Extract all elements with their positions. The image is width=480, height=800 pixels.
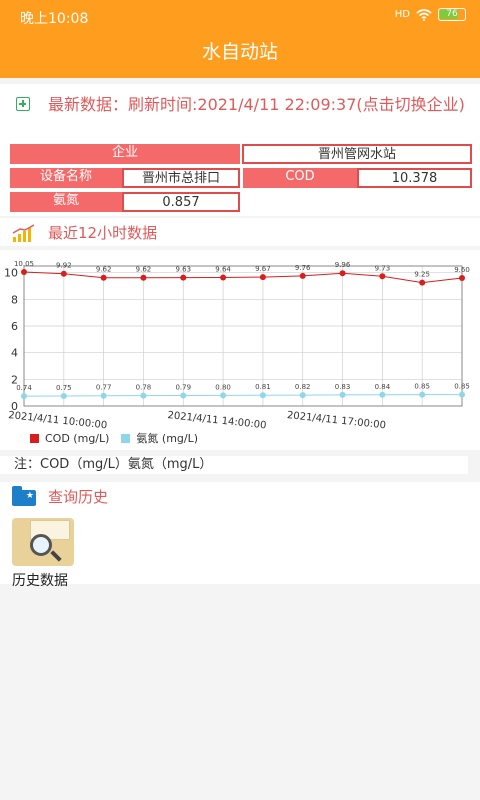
wifi-icon (416, 8, 432, 21)
latest-data-card: 最新数据：刷新时间:2021/4/11 22:09:37(点击切换企业) 企业 … (0, 84, 480, 216)
data-point-1 (459, 391, 465, 398)
data-point-0 (339, 270, 346, 277)
data-point-1 (180, 392, 187, 399)
data-point-0 (60, 270, 67, 277)
data-label-1: 0.75 (56, 384, 72, 392)
y-tick-label: 4 (11, 347, 18, 360)
data-label-0: 9.67 (255, 265, 271, 273)
history-header: 查询历史 (0, 482, 480, 512)
bar-chart-icon (12, 224, 35, 242)
data-label-1: 0.77 (96, 384, 112, 392)
recent-title: 最近12小时数据 (48, 224, 158, 242)
data-label-0: 9.25 (414, 271, 430, 279)
data-label-1: 0.82 (295, 383, 311, 391)
x-tick-label: 2021/4/11 17:00:00 (286, 410, 386, 430)
data-point-1 (60, 393, 67, 399)
recent-data-header: 最近12小时数据 (0, 218, 480, 246)
series-line-0 (23, 271, 463, 284)
enterprise-label: 企业 (10, 144, 240, 164)
data-label-1: 0.74 (16, 384, 32, 392)
y-tick-label: 8 (11, 293, 18, 306)
data-point-1 (259, 392, 266, 399)
enterprise-value[interactable]: 晋州管网水站 (242, 144, 472, 164)
nh3-value: 0.857 (122, 192, 240, 212)
y-tick-label: 10 (4, 267, 18, 280)
history-data-label: 历史数据 (12, 573, 68, 589)
data-point-0 (180, 274, 187, 281)
legend-label-cod: COD (mg/L) (45, 431, 110, 445)
legend-item-cod: COD (mg/L) (30, 432, 109, 445)
data-label-0: 9.73 (375, 264, 391, 272)
data-point-1 (419, 391, 426, 398)
cod-value: 10.378 (357, 168, 472, 188)
folder-icon (12, 486, 36, 506)
data-label-1: 0.78 (136, 384, 152, 392)
app-bar: 水自动站 (0, 32, 480, 78)
data-label-0: 9.60 (454, 266, 470, 274)
device-label: 设备名称 (10, 168, 122, 188)
y-tick-label: 6 (11, 320, 18, 333)
data-label-1: 0.85 (454, 383, 470, 391)
data-point-0 (459, 275, 465, 281)
data-point-0 (140, 274, 147, 281)
page-title: 水自动站 (201, 41, 278, 63)
data-label-0: 10.05 (14, 260, 34, 268)
legend-swatch-nh3 (121, 433, 131, 443)
history-data-button[interactable]: 历史数据 (10, 516, 84, 589)
data-point-0 (419, 279, 426, 286)
x-tick-label: 2021/4/11 14:00:00 (167, 410, 267, 430)
data-label-0: 9.63 (175, 266, 191, 274)
data-point-0 (299, 272, 306, 279)
data-label-1: 0.85 (414, 383, 430, 391)
battery-level: 76 (446, 9, 458, 19)
unit-note: 注：COD（mg/L）氨氮（mg/L） (0, 456, 468, 474)
nh3-label: 氨氮 (10, 192, 122, 212)
data-point-0 (220, 274, 227, 281)
legend-swatch-cod (30, 433, 39, 443)
data-label-0: 9.64 (215, 265, 231, 273)
data-point-0 (379, 273, 386, 280)
data-point-1 (299, 392, 306, 399)
history-tile-area: 历史数据 (0, 512, 480, 589)
data-label-0: 9.62 (96, 266, 112, 274)
data-point-0 (21, 269, 27, 275)
data-label-1: 0.79 (175, 383, 191, 391)
legend-label-nh3: 氨氮 (mg/L) (136, 432, 199, 445)
data-point-0 (259, 274, 266, 281)
data-point-0 (100, 274, 107, 281)
data-label-1: 0.83 (335, 383, 351, 391)
data-label-1: 0.80 (215, 383, 231, 391)
chart-legend: COD (mg/L) 氨氮 (mg/L) (30, 430, 210, 446)
plot-frame (23, 265, 463, 407)
device-value: 晋州市总排口 (122, 168, 240, 188)
cod-label: COD (243, 168, 357, 188)
refresh-time-text[interactable]: 最新数据：刷新时间:2021/4/11 22:09:37(点击切换企业) (48, 94, 468, 116)
data-label-0: 9.92 (56, 262, 72, 270)
data-point-1 (21, 393, 27, 400)
data-point-1 (140, 392, 147, 399)
data-label-0: 9.62 (136, 266, 152, 274)
status-time: 晚上10:08 (20, 11, 89, 27)
unit-note-text: 注：COD（mg/L）氨氮（mg/L） (14, 457, 213, 472)
data-point-1 (220, 392, 227, 399)
signal-icon: HD (394, 9, 410, 20)
data-label-0: 9.96 (335, 261, 351, 269)
data-point-1 (100, 392, 107, 399)
line-chart: 02468102021/4/11 10:00:00 2021/4/11 14:00… (4, 260, 470, 431)
status-icons: HD 76 (395, 8, 466, 21)
chart-card: 0 2 4 6 8 10 2021/4/11 10:00:00 2021/4/11 14:00… (0, 250, 480, 450)
history-title: 查询历史 (48, 488, 109, 506)
status-bar: 晚上10:08 HD 76 (0, 0, 480, 32)
data-point-1 (339, 391, 346, 398)
add-icon (16, 97, 30, 111)
data-label-1: 0.81 (255, 383, 271, 391)
magnifier-icon (30, 534, 52, 556)
x-tick-label: 2021/4/11 10:00:00 (8, 410, 108, 430)
series-line-1 (23, 394, 462, 397)
data-label-0: 9.76 (295, 264, 311, 272)
data-point-1 (379, 391, 386, 398)
battery-icon: 76 (438, 8, 466, 21)
data-label-1: 0.84 (375, 383, 391, 391)
legend-item-nh3: 氨氮 (mg/L) (121, 430, 198, 446)
